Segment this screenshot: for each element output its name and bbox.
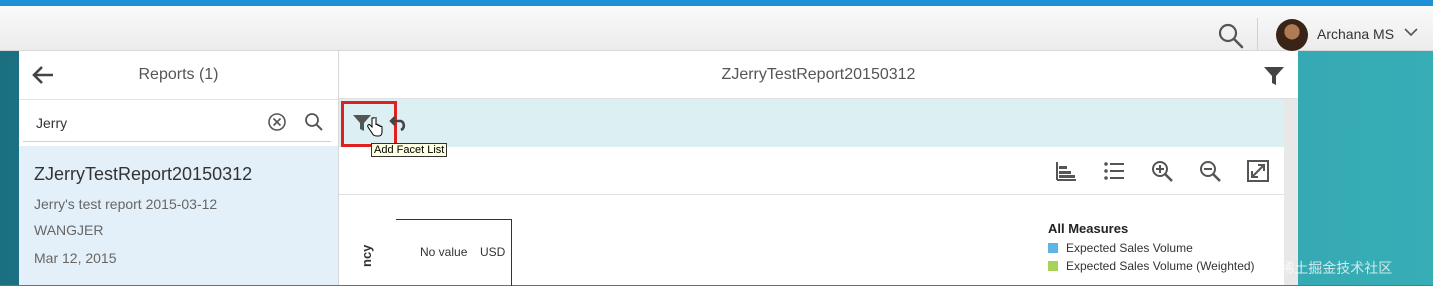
report-owner: WANGJER: [34, 222, 104, 238]
undo-icon[interactable]: [389, 113, 409, 131]
category-label: No value: [420, 245, 468, 259]
list-icon[interactable]: [1103, 160, 1125, 182]
user-name[interactable]: Archana MS: [1317, 26, 1394, 42]
detail-header: ZJerryTestReport20150312: [339, 51, 1298, 99]
legend-label: Expected Sales Volume: [1066, 241, 1193, 255]
search-icon[interactable]: [1217, 22, 1245, 50]
currency-label: USD: [480, 245, 506, 259]
legend-item[interactable]: Expected Sales Volume: [1048, 241, 1193, 255]
avatar[interactable]: [1276, 19, 1308, 51]
watermark: @稀土掘金技术社区: [1266, 260, 1393, 276]
zoom-in-icon[interactable]: [1151, 160, 1173, 182]
y-axis-label: ncy: [359, 244, 374, 267]
bar-chart-icon[interactable]: [1055, 160, 1077, 182]
report-title: ZJerryTestReport20150312: [34, 164, 253, 184]
legend-title: All Measures: [1048, 221, 1129, 236]
detail-panel: ZJerryTestReport20150312 Add Facet List: [339, 51, 1298, 286]
hand-cursor-icon: [367, 117, 383, 137]
shell-bar: Archana MS: [0, 6, 1433, 51]
shell-divider: [1257, 18, 1258, 50]
report-description: Jerry's test report 2015-03-12: [34, 196, 218, 212]
chart-toolbar: [339, 148, 1284, 195]
legend-swatch: [1048, 261, 1058, 271]
list-item[interactable]: ZJerryTestReport20150312 Jerry's test re…: [19, 146, 338, 285]
search-field[interactable]: Jerry: [23, 103, 331, 142]
facet-toolbar: Add Facet List: [339, 99, 1284, 157]
chevron-down-icon[interactable]: [1404, 27, 1418, 37]
search-input[interactable]: Jerry: [36, 115, 67, 131]
master-header: Reports (1): [19, 51, 338, 100]
chart-area: ncy No value USD All Measures Expected S…: [339, 195, 1284, 286]
detail-title: ZJerryTestReport20150312: [721, 66, 916, 83]
zoom-out-icon[interactable]: [1199, 160, 1221, 182]
filter-icon[interactable]: [1263, 66, 1285, 86]
search-icon[interactable]: [304, 112, 324, 132]
report-date: Mar 12, 2015: [34, 250, 117, 266]
master-panel: Reports (1) Jerry ZJerryTestReport201503…: [19, 51, 339, 285]
legend-item[interactable]: Expected Sales Volume (Weighted): [1048, 259, 1255, 273]
clear-icon[interactable]: [267, 112, 287, 132]
fullscreen-icon[interactable]: [1247, 160, 1269, 182]
legend-label: Expected Sales Volume (Weighted): [1066, 259, 1255, 273]
master-title: Reports (1): [138, 66, 219, 83]
legend-swatch: [1048, 243, 1058, 253]
